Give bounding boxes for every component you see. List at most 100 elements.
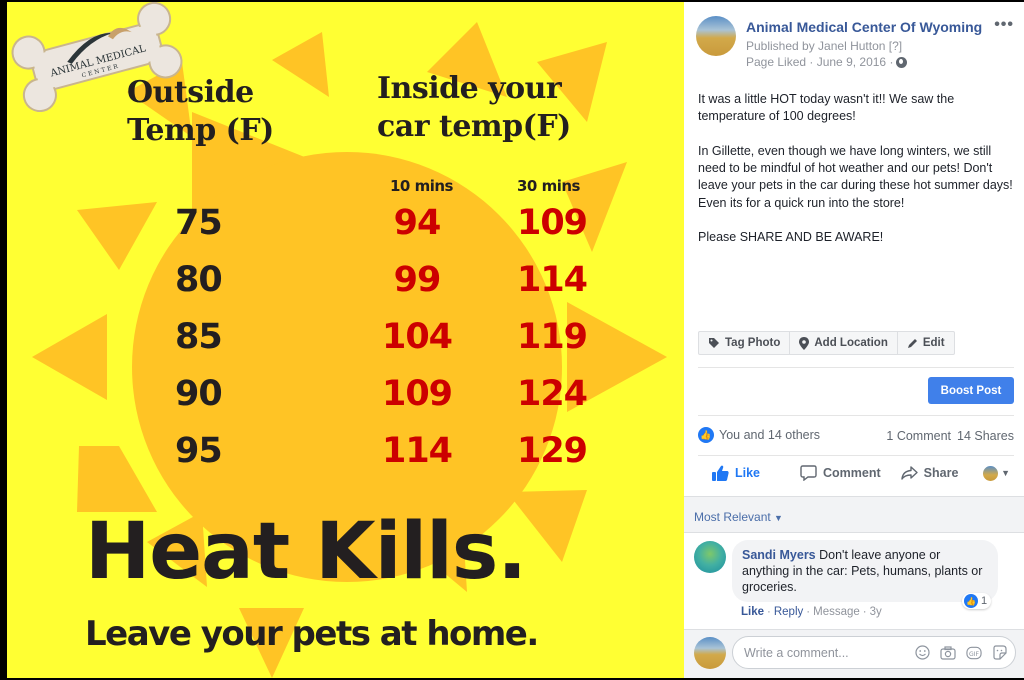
thirty-min-temp-cell: 109 <box>516 203 588 243</box>
globe-icon[interactable] <box>896 56 908 68</box>
comment-like-link[interactable]: Like <box>741 606 764 618</box>
share-button[interactable]: Share <box>900 465 959 481</box>
post-as-selector[interactable]: ▼ <box>983 465 1010 481</box>
comment-reaction-count: 1 <box>981 595 988 607</box>
like-reaction-icon: 👍 <box>698 427 714 443</box>
sticker-icon[interactable] <box>992 645 1007 661</box>
comment-input-wrapper[interactable]: GIF <box>732 636 1016 669</box>
engagement-counts: 1 Comment 14 Shares <box>886 429 1014 443</box>
caret-down-icon: ▼ <box>774 513 783 523</box>
location-pin-icon <box>799 336 810 350</box>
page-avatar[interactable] <box>696 16 736 56</box>
gif-icon[interactable]: GIF <box>966 645 982 661</box>
comment-composer: GIF <box>684 629 1024 678</box>
comment-message-link[interactable]: Message <box>813 606 860 618</box>
ten-min-temp-cell: 104 <box>381 317 453 357</box>
thirty-mins-label: 30 mins <box>517 177 580 195</box>
pencil-icon <box>907 338 917 348</box>
thirty-min-temp-cell: 124 <box>516 374 588 414</box>
thirty-min-temp-cell: 119 <box>516 317 588 357</box>
post-paragraph: In Gillette, even though we have long wi… <box>698 143 1013 210</box>
tag-photo-label: Tag Photo <box>725 337 781 349</box>
post-action-bar: Like Comment Share ▼ <box>698 465 1014 481</box>
separator: · <box>767 606 771 618</box>
thirty-min-temp-cell: 129 <box>516 431 588 471</box>
share-label: Share <box>923 466 959 480</box>
like-label: Like <box>735 466 761 480</box>
post-panel: Animal Medical Center Of Wyoming Publish… <box>684 2 1024 678</box>
outside-temp-cell: 80 <box>175 260 223 300</box>
thumbs-up-icon <box>712 465 729 481</box>
comment-author[interactable]: Sandi Myers <box>742 548 816 562</box>
shares-count[interactable]: 14 Shares <box>957 429 1014 443</box>
comments-section: Most Relevant ▼ Sandi Myers Don't leave … <box>684 496 1024 678</box>
header-line: Inside your <box>377 71 562 106</box>
ten-mins-label: 10 mins <box>390 177 453 195</box>
tag-icon <box>709 338 719 348</box>
outside-temp-cell: 75 <box>175 203 223 243</box>
post-date[interactable]: Page Liked · June 9, 2016 · <box>746 55 893 69</box>
commenter-avatar[interactable] <box>694 541 726 573</box>
comments-count[interactable]: 1 Comment <box>886 429 951 443</box>
divider <box>698 367 1014 368</box>
post-body: It was a little HOT today wasn't it!! We… <box>698 91 1018 264</box>
tagline: Leave your pets at home. <box>85 614 539 654</box>
ten-min-temp-cell: 94 <box>393 203 442 243</box>
tag-photo-button[interactable]: Tag Photo <box>699 332 791 354</box>
outside-temp-cell: 85 <box>175 317 223 357</box>
comment-button[interactable]: Comment <box>800 465 881 481</box>
sort-label: Most Relevant <box>694 510 771 524</box>
headline: Heat Kills. <box>85 507 527 597</box>
post-meta: Page Liked · June 9, 2016 · <box>746 55 908 69</box>
camera-icon[interactable] <box>940 645 956 661</box>
inside-temp-header: Inside your car temp(F) <box>377 70 571 146</box>
edit-button[interactable]: Edit <box>898 332 954 354</box>
outside-temp-cell: 95 <box>175 431 223 471</box>
thirty-min-temp-cell: 114 <box>516 260 588 300</box>
comment-reactions[interactable]: 👍 1 <box>962 593 992 609</box>
post-paragraph: Please SHARE AND BE AWARE! <box>698 230 884 245</box>
ten-min-temp-cell: 114 <box>381 431 453 471</box>
photo-actions: Tag Photo Add Location Edit <box>698 331 955 355</box>
ten-min-temp-cell: 109 <box>381 374 453 414</box>
divider <box>698 415 1014 416</box>
comment-bubble: Sandi Myers Don't leave anyone or anythi… <box>732 540 998 602</box>
caret-down-icon: ▼ <box>1001 468 1010 478</box>
like-button[interactable]: Like <box>712 465 760 481</box>
comment-label: Comment <box>823 466 881 480</box>
comment-sort-dropdown[interactable]: Most Relevant ▼ <box>694 510 783 524</box>
separator: · <box>862 606 867 618</box>
boost-post-button[interactable]: Boost Post <box>928 377 1014 404</box>
outside-temp-header: Outside Temp (F) <box>127 74 274 150</box>
post-photo[interactable]: ANIMAL MEDICAL CENTER Outside Temp (F) I… <box>7 2 684 678</box>
composer-avatar <box>694 637 726 669</box>
ten-min-temp-cell: 99 <box>393 260 442 300</box>
comment-reply-link[interactable]: Reply <box>774 606 803 618</box>
sun-ray <box>272 32 329 97</box>
sun-ray <box>77 202 157 270</box>
reactions-text: You and 14 others <box>719 428 821 442</box>
ellipsis-icon[interactable]: ••• <box>994 16 1014 34</box>
outside-temp-cell: 90 <box>175 374 223 414</box>
comment-item: Sandi Myers Don't leave anyone or anythi… <box>684 532 1024 629</box>
page-name-link[interactable]: Animal Medical Center Of Wyoming <box>746 19 982 35</box>
comment-actions: Like · Reply · Message · 3y <box>741 606 882 618</box>
page-mini-avatar <box>983 465 999 481</box>
emoji-icon[interactable] <box>915 645 930 661</box>
reactions-summary[interactable]: 👍 You and 14 others <box>698 427 820 443</box>
divider <box>698 455 1014 456</box>
sun-ray <box>77 446 157 512</box>
header-line: car temp(F) <box>377 109 571 144</box>
post-paragraph: It was a little HOT today wasn't it!! We… <box>698 92 955 124</box>
header-line: Temp (F) <box>127 113 274 148</box>
svg-text:GIF: GIF <box>969 650 980 657</box>
divider <box>684 496 1024 497</box>
like-reaction-icon: 👍 <box>964 594 978 608</box>
comment-time[interactable]: 3y <box>870 606 882 618</box>
published-by: Published by Janel Hutton [?] <box>746 39 903 53</box>
header-line: Outside <box>127 75 254 110</box>
sun-ray <box>32 314 107 400</box>
add-location-button[interactable]: Add Location <box>790 332 898 354</box>
comment-input[interactable] <box>744 645 905 660</box>
edit-label: Edit <box>922 337 945 349</box>
